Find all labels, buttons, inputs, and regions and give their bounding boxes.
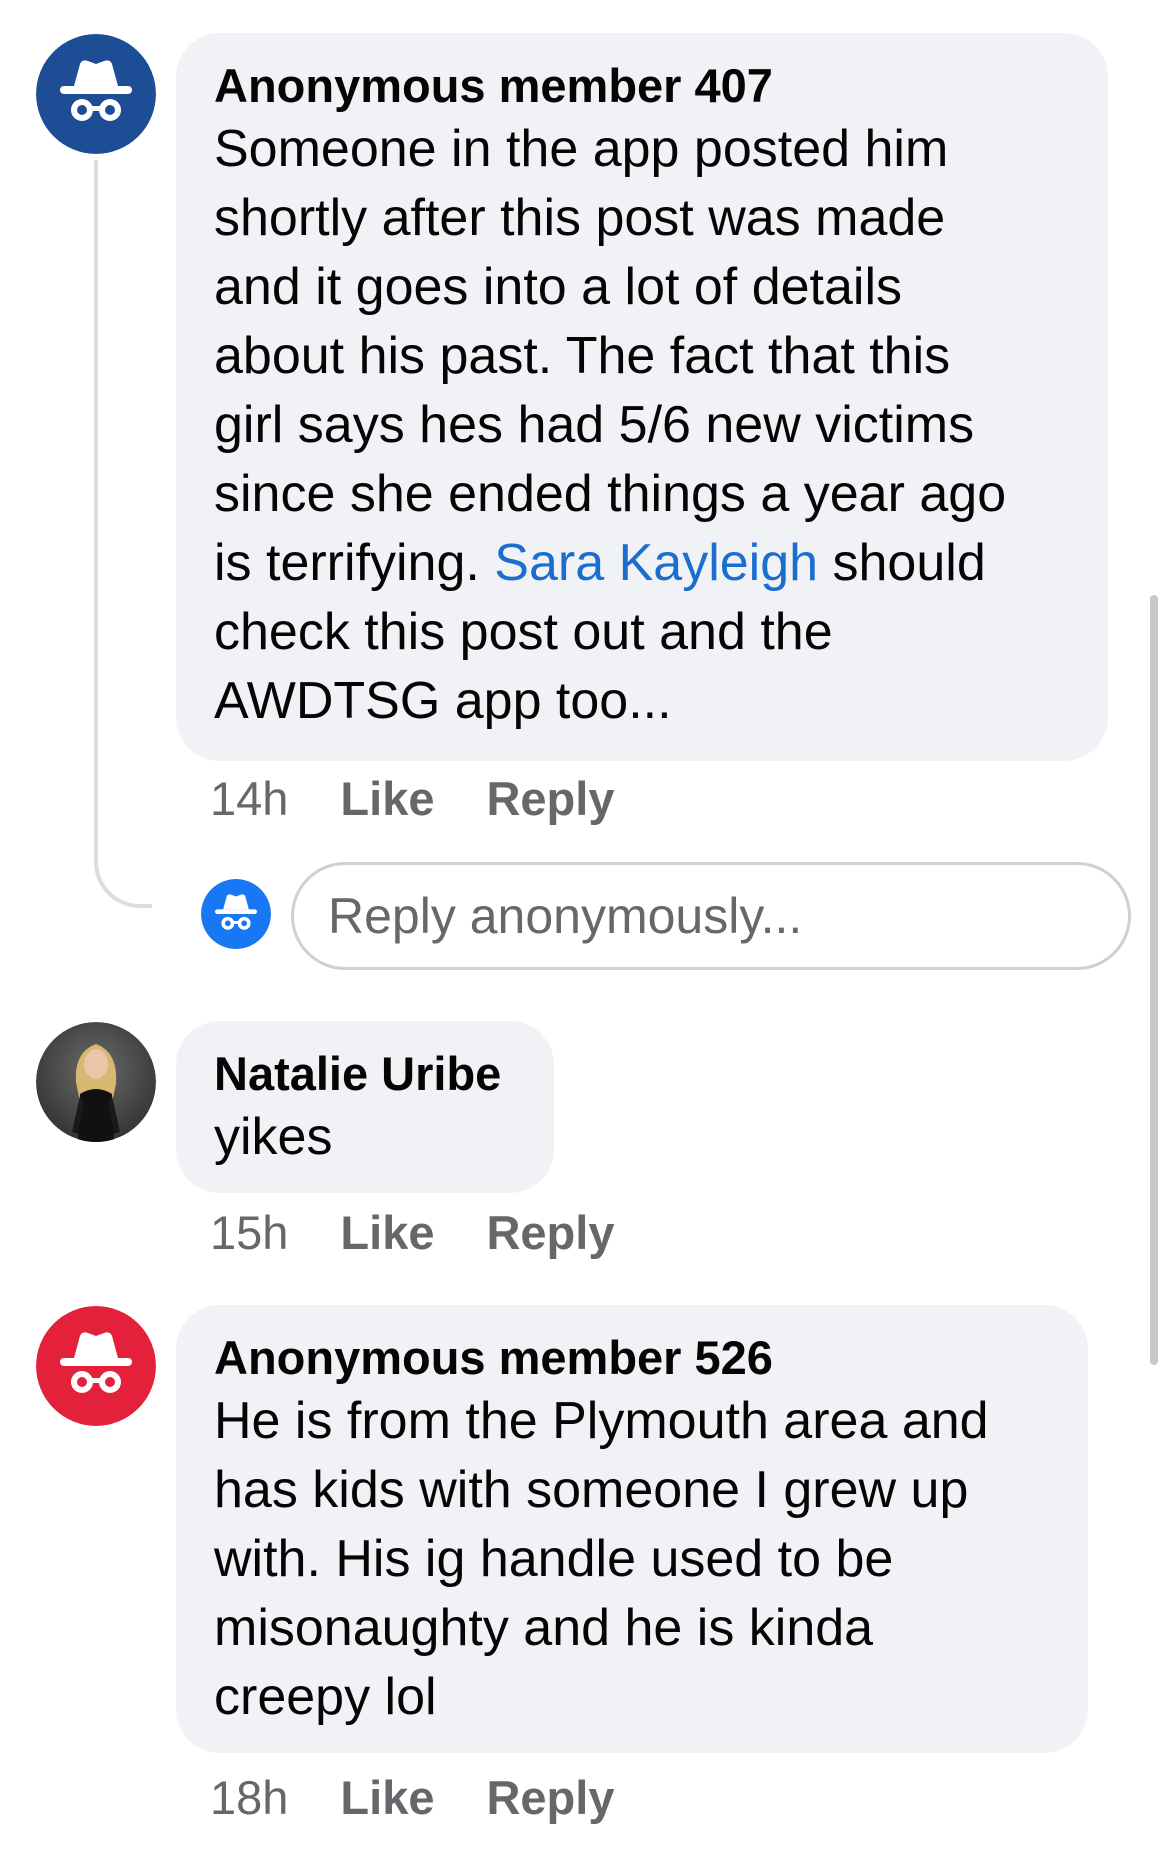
comment-line: yikes <box>214 1108 333 1166</box>
comment-text: He is from the Plymouth area and has kid… <box>214 1387 1050 1732</box>
like-button[interactable]: Like <box>340 1205 434 1261</box>
comment-line: has kids with someone I grew up <box>214 1461 969 1519</box>
comment-line: girl says hes had 5/6 new victims <box>214 396 975 454</box>
scroll-indicator[interactable] <box>1150 595 1158 1365</box>
reply-button[interactable]: Reply <box>486 1770 614 1826</box>
comment-text: yikes <box>214 1103 516 1172</box>
comment-timestamp[interactable]: 14h <box>210 771 288 827</box>
comment-timestamp[interactable]: 18h <box>210 1770 288 1826</box>
comment-author[interactable]: Natalie Uribe <box>214 1045 516 1103</box>
incognito-icon <box>36 1306 156 1426</box>
comment-author[interactable]: Anonymous member 526 <box>214 1329 1050 1387</box>
comment-line: about his past. The fact that this <box>214 327 951 385</box>
thread-connector-line <box>94 160 152 908</box>
comment-line: and it goes into a lot of details <box>214 258 903 316</box>
mention-link[interactable]: Sara Kayleigh <box>494 534 818 592</box>
comment-text: Someone in the app posted him shortly af… <box>214 115 1070 736</box>
comment-line: shortly after this post was made <box>214 189 946 247</box>
like-button[interactable]: Like <box>340 1770 434 1826</box>
reply-button[interactable]: Reply <box>486 1205 614 1261</box>
comment-bubble: Anonymous member 526 He is from the Plym… <box>176 1305 1088 1753</box>
comment-bubble: Anonymous member 407 Someone in the app … <box>176 33 1108 761</box>
comment-line: with. His ig handle used to be <box>214 1530 894 1588</box>
profile-avatar[interactable] <box>36 1022 156 1142</box>
reply-avatar <box>201 879 271 949</box>
comment-line: check this post out and the <box>214 603 833 661</box>
comment-line: He is from the Plymouth area and <box>214 1392 989 1450</box>
comment-text-segment: is terrifying. <box>214 534 495 592</box>
reply-input[interactable]: Reply anonymously... <box>291 862 1131 970</box>
anonymous-avatar[interactable] <box>36 1306 156 1426</box>
profile-photo <box>36 1022 156 1142</box>
comment-author[interactable]: Anonymous member 407 <box>214 57 1070 115</box>
comment-bubble: Natalie Uribe yikes <box>176 1021 554 1193</box>
incognito-icon <box>201 879 271 949</box>
comment-line: creepy lol <box>214 1668 437 1726</box>
comment-actions: 14h Like Reply <box>210 771 666 827</box>
comment-text-segment: should <box>818 534 986 592</box>
incognito-icon <box>36 34 156 154</box>
comment-line: misonaughty and he is kinda <box>214 1599 874 1657</box>
comment-actions: 15h Like Reply <box>210 1205 666 1261</box>
anonymous-avatar[interactable] <box>36 34 156 154</box>
reply-button[interactable]: Reply <box>486 771 614 827</box>
comment-actions: 18h Like Reply <box>210 1770 666 1826</box>
comment-line: is terrifying. Sara Kayleigh should <box>214 529 1070 598</box>
like-button[interactable]: Like <box>340 771 434 827</box>
comment-line: since she ended things a year ago <box>214 465 1007 523</box>
comment-line: Someone in the app posted him <box>214 120 949 178</box>
comment-timestamp[interactable]: 15h <box>210 1205 288 1261</box>
comment-line: AWDTSG app too... <box>214 672 672 730</box>
